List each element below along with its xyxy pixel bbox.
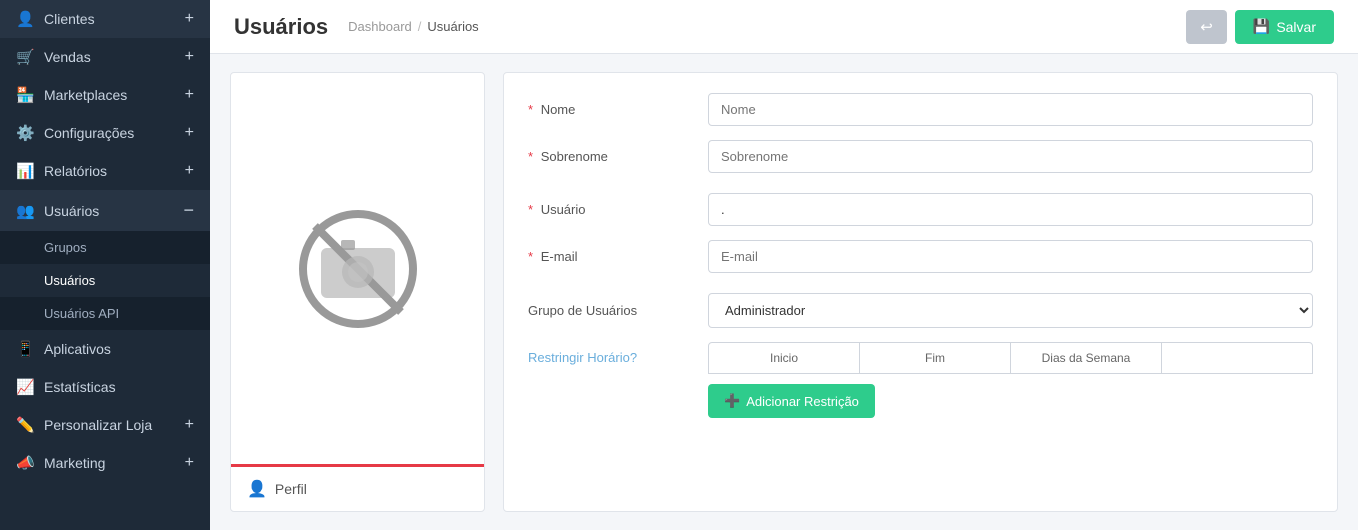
configuracoes-icon: ⚙️	[16, 124, 34, 142]
breadcrumb-home[interactable]: Dashboard	[348, 19, 412, 34]
usuarios-icon: 👥	[16, 202, 34, 220]
page-title: Usuários	[234, 14, 328, 40]
topbar-actions: ↩ 💾 Salvar	[1186, 10, 1334, 44]
sidebar-item-usuarios-api[interactable]: Usuários API	[0, 297, 210, 330]
restrict-col-actions	[1162, 343, 1312, 373]
estatisticas-icon: 📈	[16, 378, 34, 396]
email-label: * E-mail	[528, 249, 708, 264]
sidebar-item-relatorios[interactable]: 📊 Relatórios +	[0, 152, 210, 190]
marketplaces-expand-icon: +	[185, 86, 194, 104]
sidebar-label-vendas: Vendas	[44, 49, 91, 65]
profile-bar[interactable]: 👤 Perfil	[231, 464, 484, 511]
save-button[interactable]: 💾 Salvar	[1235, 10, 1334, 44]
content-area: 👤 Perfil * Nome * Sobrenome	[210, 54, 1358, 530]
sidebar-label-personalizar-loja: Personalizar Loja	[44, 417, 152, 433]
sidebar-item-grupos[interactable]: Grupos	[0, 231, 210, 264]
nome-row: * Nome	[528, 93, 1313, 126]
breadcrumb-separator: /	[418, 19, 422, 34]
profile-label: Perfil	[275, 481, 307, 497]
sidebar-label-usuarios: Usuários	[44, 203, 99, 219]
grupos-label: Grupos	[44, 240, 87, 255]
personalizar-loja-icon: ✏️	[16, 416, 34, 434]
clientes-icon: 👤	[16, 10, 34, 28]
topbar-left: Usuários Dashboard / Usuários	[234, 14, 479, 40]
sidebar-label-relatorios: Relatórios	[44, 163, 107, 179]
personalizar-expand-icon: +	[185, 416, 194, 434]
breadcrumb: Dashboard / Usuários	[348, 19, 479, 34]
photo-upload-area[interactable]	[231, 73, 484, 464]
form-panel: * Nome * Sobrenome * Usuário	[503, 72, 1338, 512]
sidebar-item-usuarios[interactable]: 👥 Usuários −	[0, 190, 210, 231]
add-label: Adicionar Restrição	[746, 394, 859, 409]
relatorios-expand-icon: +	[185, 162, 194, 180]
grupo-select[interactable]: Administrador Editor Visualizador	[708, 293, 1313, 328]
sidebar-label-estatisticas: Estatísticas	[44, 379, 116, 395]
restrict-col-fim: Fim	[860, 343, 1011, 373]
restrict-table-header: Inicio Fim Dias da Semana	[708, 342, 1313, 374]
sobrenome-label: * Sobrenome	[528, 149, 708, 164]
sidebar-item-aplicativos[interactable]: 📱 Aplicativos	[0, 330, 210, 368]
configuracoes-expand-icon: +	[185, 124, 194, 142]
sidebar-item-estatisticas[interactable]: 📈 Estatísticas	[0, 368, 210, 406]
breadcrumb-current: Usuários	[427, 19, 478, 34]
sidebar-submenu-usuarios: Grupos Usuários Usuários API	[0, 231, 210, 330]
sidebar-item-marketplaces[interactable]: 🏪 Marketplaces +	[0, 76, 210, 114]
add-restriction-button[interactable]: ➕ Adicionar Restrição	[708, 384, 875, 418]
clientes-expand-icon: +	[185, 10, 194, 28]
relatorios-icon: 📊	[16, 162, 34, 180]
sidebar-item-personalizar-loja[interactable]: ✏️ Personalizar Loja +	[0, 406, 210, 444]
marketing-icon: 📣	[16, 454, 34, 472]
usuarios-sub-label: Usuários	[44, 273, 95, 288]
no-photo-icon	[293, 204, 423, 334]
save-disk-icon: 💾	[1253, 18, 1270, 35]
aplicativos-icon: 📱	[16, 340, 34, 358]
marketing-expand-icon: +	[185, 454, 194, 472]
restrict-right: Inicio Fim Dias da Semana ➕ Adicionar Re…	[708, 342, 1313, 418]
sidebar-item-clientes[interactable]: 👤 Clientes +	[0, 0, 210, 38]
restrict-col-dias: Dias da Semana	[1011, 343, 1162, 373]
sobrenome-input[interactable]	[708, 140, 1313, 173]
back-icon: ↩	[1200, 18, 1213, 36]
sidebar-item-marketing[interactable]: 📣 Marketing +	[0, 444, 210, 482]
sidebar-label-aplicativos: Aplicativos	[44, 341, 111, 357]
usuarios-api-label: Usuários API	[44, 306, 119, 321]
photo-panel: 👤 Perfil	[230, 72, 485, 512]
back-button[interactable]: ↩	[1186, 10, 1227, 44]
nome-input[interactable]	[708, 93, 1313, 126]
sidebar-label-configuracoes: Configurações	[44, 125, 134, 141]
sidebar-item-configuracoes[interactable]: ⚙️ Configurações +	[0, 114, 210, 152]
vendas-expand-icon: +	[185, 48, 194, 66]
restrict-col-inicio: Inicio	[709, 343, 860, 373]
usuario-label: * Usuário	[528, 202, 708, 217]
sidebar-label-marketing: Marketing	[44, 455, 105, 471]
restrict-label: Restringir Horário?	[528, 342, 708, 365]
save-label: Salvar	[1276, 19, 1316, 35]
grupo-row: Grupo de Usuários Administrador Editor V…	[528, 293, 1313, 328]
usuario-row: * Usuário	[528, 193, 1313, 226]
main-content: Usuários Dashboard / Usuários ↩ 💾 Salvar	[210, 0, 1358, 530]
sobrenome-row: * Sobrenome	[528, 140, 1313, 173]
profile-person-icon: 👤	[247, 479, 267, 499]
sidebar: 👤 Clientes + 🛒 Vendas + 🏪 Marketplaces +…	[0, 0, 210, 530]
nome-label: * Nome	[528, 102, 708, 117]
vendas-icon: 🛒	[16, 48, 34, 66]
sidebar-item-usuarios-sub[interactable]: Usuários	[0, 264, 210, 297]
grupo-label: Grupo de Usuários	[528, 303, 708, 318]
restrict-row: Restringir Horário? Inicio Fim Dias da S…	[528, 342, 1313, 418]
usuarios-collapse-icon: −	[183, 200, 194, 221]
usuario-input[interactable]	[708, 193, 1313, 226]
email-input[interactable]	[708, 240, 1313, 273]
email-row: * E-mail	[528, 240, 1313, 273]
add-icon: ➕	[724, 393, 740, 409]
topbar: Usuários Dashboard / Usuários ↩ 💾 Salvar	[210, 0, 1358, 54]
marketplaces-icon: 🏪	[16, 86, 34, 104]
sidebar-label-marketplaces: Marketplaces	[44, 87, 127, 103]
sidebar-label-clientes: Clientes	[44, 11, 95, 27]
sidebar-item-vendas[interactable]: 🛒 Vendas +	[0, 38, 210, 76]
